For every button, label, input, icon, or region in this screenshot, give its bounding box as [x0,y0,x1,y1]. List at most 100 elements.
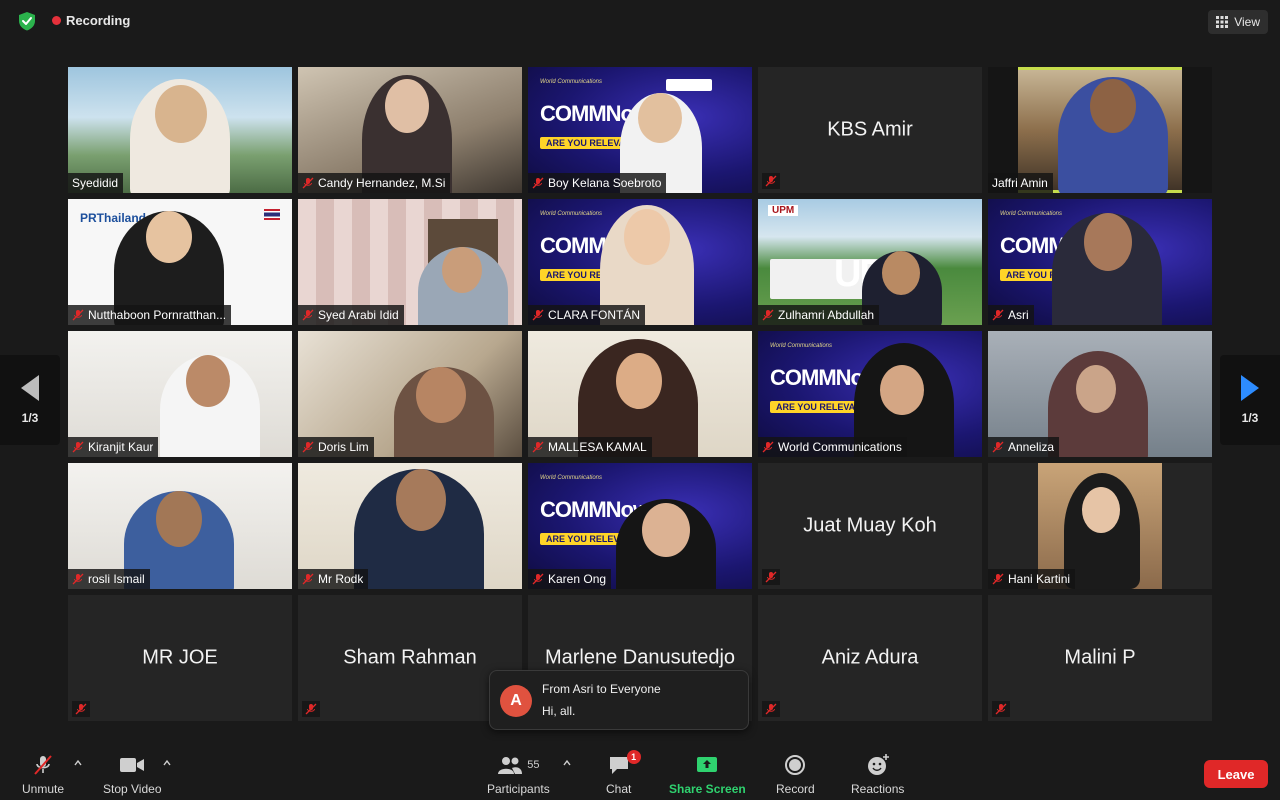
participant-display-name: Sham Rahman [343,646,477,669]
participants-icon [498,757,523,774]
participant-tile[interactable]: Anneliza [988,331,1212,457]
participant-name: Syed Arabi Idid [318,308,399,322]
participant-name: Hani Kartini [1008,572,1071,586]
participant-tile[interactable]: World Communications COMMNow ARE YOU REL… [758,331,982,457]
muted-mic-icon [992,441,1004,453]
recording-label: Recording [66,13,131,28]
participant-display-name: Marlene Danusutedjo [544,646,736,669]
video-options-caret-icon[interactable] [162,758,172,768]
sponsor-logo [666,79,712,91]
shield-check-icon[interactable] [16,10,38,32]
muted-mic-icon [762,441,774,453]
muted-mic-icon [302,309,314,321]
participant-tile[interactable]: rosli Ismail [68,463,292,589]
thailand-flag-icon [264,209,280,220]
muted-mic-icon [302,573,314,585]
chat-message-text: Hi, all. [542,704,576,718]
participant-tile[interactable]: World Communications COMMNow ARE YOU REL… [988,199,1212,325]
participant-name-label: Doris Lim [298,437,374,457]
reactions-label: Reactions [851,782,905,796]
participant-name-label: Kiranjit Kaur [68,437,159,457]
participant-name-label: Mr Rodk [298,569,369,589]
record-button[interactable]: Record [776,752,815,796]
participant-name-label: Jaffri Amin [988,173,1053,193]
muted-mic-icon [765,175,777,187]
stop-video-button[interactable]: Stop Video [103,752,162,796]
reactions-button[interactable]: Reactions [851,752,904,796]
participant-tile[interactable]: Juat Muay Koh [758,463,982,589]
chat-sender-line: From Asri to Everyone [542,682,661,696]
audio-options-caret-icon[interactable] [73,758,83,768]
participant-video [160,355,260,457]
muted-mic-icon [995,703,1007,715]
muted-mic-icon [75,703,87,715]
participant-name: Jaffri Amin [992,176,1048,190]
participant-name-label: Candy Hernandez, M.Si [298,173,451,193]
unmute-label: Unmute [22,782,65,796]
active-speaker-tile[interactable]: Jaffri Amin [988,67,1212,193]
participant-name: MALLESA KAMAL [548,440,647,454]
muted-mic-icon [992,309,1004,321]
participant-name-label: rosli Ismail [68,569,150,589]
participant-tile[interactable]: UPM UPM Zulhamri Abdullah [758,199,982,325]
participant-video [1048,351,1148,457]
participant-name: Nutthaboon Pornratthan... [88,308,227,322]
participant-tile[interactable]: Aniz Adura [758,595,982,721]
participant-tile[interactable]: Syed Arabi Idid [298,199,522,325]
muted-mic-icon [72,309,84,321]
recording-indicator[interactable]: Recording [52,13,130,28]
participant-tile[interactable]: Syedidid [68,67,292,193]
muted-mic-icon [532,441,544,453]
page-indicator-right: 1/3 [1241,411,1259,425]
participants-button[interactable]: 55 Participants [487,752,550,796]
participant-tile[interactable]: Kiranjit Kaur [68,331,292,457]
participant-tile[interactable]: World Communications COMMNow ARE YOU REL… [528,67,752,193]
participant-name: Mr Rodk [318,572,364,586]
muted-mic-icon [72,573,84,585]
record-label: Record [776,782,815,796]
view-button[interactable]: View [1208,10,1268,34]
participant-name-label: Asri [988,305,1034,325]
participant-tile[interactable]: PRThailand Nutthaboon Pornratthan... [68,199,292,325]
share-screen-button[interactable]: Share Screen [669,752,746,796]
participant-name-label: Nutthaboon Pornratthan... [68,305,232,325]
participant-name-label: MALLESA KAMAL [528,437,652,457]
participants-options-caret-icon[interactable] [562,758,572,768]
leave-button[interactable]: Leave [1204,760,1268,788]
muted-mic-icon [765,571,777,583]
participant-name-label: CLARA FONTÁN [528,305,646,325]
participant-tile[interactable]: Mr Rodk [298,463,522,589]
chat-unread-badge: 1 [626,750,641,764]
participant-video [354,469,484,589]
participant-name-label: World Communications [758,437,907,457]
chat-button[interactable]: 1 Chat [606,750,641,796]
unmute-button[interactable]: Unmute [22,752,64,796]
participant-tile[interactable]: MALLESA KAMAL [528,331,752,457]
participant-tile[interactable]: MR JOE [68,595,292,721]
banner-small-text: World Communications [540,211,603,217]
participant-name-label: Syed Arabi Idid [298,305,404,325]
participant-tile[interactable]: Doris Lim [298,331,522,457]
page-indicator-left: 1/3 [21,411,39,425]
participant-tile[interactable]: World Communications COMMNow ARE YOU REL… [528,199,752,325]
previous-page-button[interactable]: 1/3 [0,355,60,445]
muted-indicator [992,701,1010,717]
next-page-button[interactable]: 1/3 [1220,355,1280,445]
stop-video-label: Stop Video [103,782,162,796]
participant-video [1052,213,1162,325]
sender-avatar: A [500,685,532,717]
participant-tile[interactable]: Candy Hernandez, M.Si [298,67,522,193]
participant-display-name: KBS Amir [827,118,913,141]
participant-tile[interactable]: KBS Amir [758,67,982,193]
muted-indicator [72,701,90,717]
muted-mic-icon [305,703,317,715]
participant-tile[interactable]: Malini P [988,595,1212,721]
participant-tile[interactable]: World Communications COMMNow ARE YOU REL… [528,463,752,589]
chat-notification[interactable]: A From Asri to Everyone Hi, all. [489,670,749,730]
banner-small-text: World Communications [540,475,603,481]
participant-tile[interactable]: Hani Kartini [988,463,1212,589]
participant-name: Zulhamri Abdullah [778,308,875,322]
muted-mic-icon [532,309,544,321]
muted-indicator [302,701,320,717]
muted-indicator [762,569,780,585]
